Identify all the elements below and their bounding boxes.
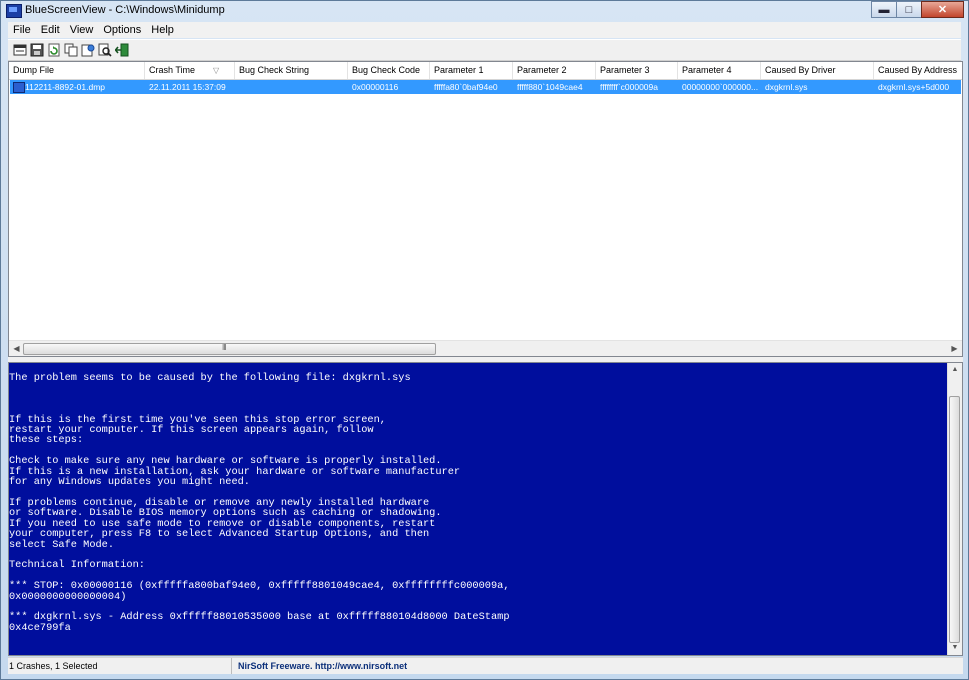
status-bar: 1 Crashes, 1 Selected NirSoft Freeware. … <box>8 657 963 674</box>
scroll-right-icon[interactable]: ▶ <box>947 341 962 356</box>
window-controls: ▬ □ ✕ <box>871 1 964 18</box>
properties-icon[interactable] <box>12 42 28 58</box>
cell-bug-check-code: 0x00000116 <box>352 82 399 92</box>
horizontal-scrollbar[interactable]: ◀ III ▶ <box>9 340 962 356</box>
nirsoft-link[interactable]: NirSoft Freeware. http://www.nirsoft.net <box>238 658 407 674</box>
refresh-icon[interactable] <box>46 42 62 58</box>
menu-file[interactable]: File <box>8 22 36 38</box>
column-header-caused-by-address[interactable]: Caused By Address <box>874 62 962 79</box>
column-header-parameter-4[interactable]: Parameter 4 <box>678 62 761 79</box>
scroll-left-icon[interactable]: ◀ <box>9 341 24 356</box>
column-header-bug-check-code[interactable]: Bug Check Code <box>348 62 430 79</box>
bsod-preview-pane: The problem seems to be caused by the fo… <box>8 362 963 656</box>
vertical-scroll-thumb[interactable] <box>949 396 960 643</box>
cell-bug-check-string <box>235 80 348 94</box>
title-bar[interactable]: BlueScreenView - C:\Windows\Minidump ▬ □… <box>1 1 968 21</box>
vertical-scrollbar[interactable]: ▲ ▼ <box>947 363 962 655</box>
cell-crash-time: 22.11.2011 15:37:09 <box>149 82 226 92</box>
minimize-button[interactable]: ▬ <box>871 1 897 18</box>
horizontal-scroll-thumb[interactable]: III <box>23 343 436 355</box>
cell-caused-by-driver: dxgkrnl.sys <box>765 82 808 92</box>
cell-caused-by-address: dxgkrnl.sys+5d000 <box>878 82 950 92</box>
copy-icon[interactable] <box>63 42 79 58</box>
menu-help[interactable]: Help <box>146 22 179 38</box>
scroll-down-icon[interactable]: ▼ <box>948 641 962 655</box>
toolbar <box>8 39 961 61</box>
list-header: Dump File Crash Time ▽ Bug Check String B… <box>9 62 962 80</box>
column-header-bug-check-string[interactable]: Bug Check String <box>235 62 348 79</box>
bluescreenview-app-icon[interactable] <box>6 4 22 18</box>
maximize-button[interactable]: □ <box>896 1 922 18</box>
window-title: BlueScreenView - C:\Windows\Minidump <box>25 4 225 16</box>
column-header-dump-file[interactable]: Dump File <box>9 62 145 79</box>
cell-parameter-3: ffffffff`c000009a <box>600 82 658 92</box>
close-button[interactable]: ✕ <box>921 1 964 18</box>
scroll-up-icon[interactable]: ▲ <box>948 363 962 377</box>
exit-icon[interactable] <box>114 42 130 58</box>
column-header-crash-time-label: Crash Time <box>149 65 196 75</box>
cell-parameter-1: fffffa80`0baf94e0 <box>434 82 498 92</box>
column-header-crash-time[interactable]: Crash Time ▽ <box>145 62 235 79</box>
cell-parameter-4: 00000000`000000... <box>682 82 759 92</box>
cell-parameter-2: fffff880`1049cae4 <box>517 82 583 92</box>
sort-descending-icon: ▽ <box>213 66 220 75</box>
menu-view[interactable]: View <box>65 22 99 38</box>
save-icon[interactable] <box>29 42 45 58</box>
column-header-parameter-1[interactable]: Parameter 1 <box>430 62 513 79</box>
bsod-text: The problem seems to be caused by the fo… <box>9 372 510 634</box>
column-header-caused-by-driver[interactable]: Caused By Driver <box>761 62 874 79</box>
column-header-parameter-2[interactable]: Parameter 2 <box>513 62 596 79</box>
html-report-icon[interactable] <box>80 42 96 58</box>
menu-options[interactable]: Options <box>98 22 146 38</box>
find-icon[interactable] <box>97 42 113 58</box>
scroll-grip: III <box>222 343 227 352</box>
column-header-parameter-3[interactable]: Parameter 3 <box>596 62 678 79</box>
cell-dump-file: 112211-8892-01.dmp <box>25 82 106 92</box>
app-window: BlueScreenView - C:\Windows\Minidump ▬ □… <box>0 0 969 680</box>
menu-edit[interactable]: Edit <box>36 22 65 38</box>
menu-bar: File Edit View Options Help <box>8 22 961 38</box>
table-row[interactable]: 112211-8892-01.dmp 22.11.2011 15:37:09 0… <box>10 80 961 94</box>
status-summary: 1 Crashes, 1 Selected <box>8 658 232 674</box>
crash-list[interactable]: Dump File Crash Time ▽ Bug Check String B… <box>8 61 963 357</box>
